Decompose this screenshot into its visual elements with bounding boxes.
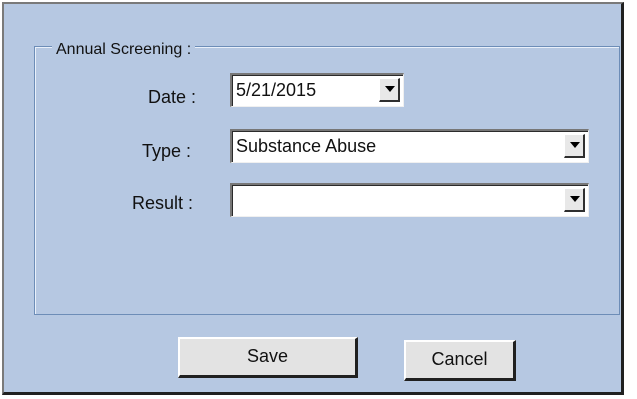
- result-dropdown-button[interactable]: [564, 188, 585, 212]
- annual-screening-dialog: Annual Screening : Date : 5/21/2015 Type…: [2, 2, 624, 395]
- type-select[interactable]: Substance Abuse: [230, 129, 589, 163]
- save-button[interactable]: Save: [178, 337, 358, 378]
- chevron-down-icon: [570, 196, 580, 202]
- result-select[interactable]: [230, 183, 589, 217]
- type-value: Substance Abuse: [236, 136, 377, 156]
- date-value: 5/21/2015: [236, 80, 317, 100]
- date-dropdown-button[interactable]: [379, 78, 400, 102]
- group-title: Annual Screening :: [52, 40, 196, 60]
- type-dropdown-button[interactable]: [564, 134, 585, 158]
- chevron-down-icon: [385, 86, 395, 92]
- chevron-down-icon: [570, 142, 580, 148]
- cancel-button[interactable]: Cancel: [404, 340, 516, 381]
- type-label: Type :: [142, 141, 192, 161]
- date-label: Date :: [148, 87, 197, 107]
- date-picker[interactable]: 5/21/2015: [230, 73, 404, 107]
- result-label: Result :: [132, 193, 194, 213]
